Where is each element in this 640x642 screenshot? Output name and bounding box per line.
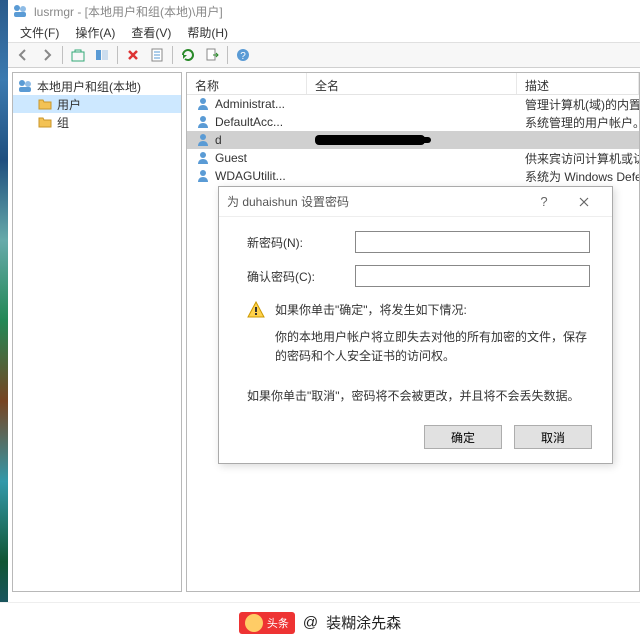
confirm-password-input[interactable]	[355, 265, 590, 287]
new-password-input[interactable]	[355, 231, 590, 253]
avatar-icon	[245, 614, 263, 632]
warning-icon	[247, 301, 265, 319]
watermark-badge: 头条	[239, 612, 295, 634]
table-row[interactable]: Administrat... 管理计算机(域)的内置帐户	[187, 95, 639, 113]
ok-button[interactable]: 确定	[424, 425, 502, 449]
cancel-button[interactable]: 取消	[514, 425, 592, 449]
cell-fullname	[307, 135, 517, 145]
new-password-label: 新密码(N):	[247, 234, 355, 251]
warn-line1: 如果你单击"确定"，将发生如下情况:	[275, 301, 590, 320]
users-group-icon	[17, 78, 33, 94]
back-button[interactable]	[12, 44, 34, 66]
folder-icon	[37, 114, 53, 130]
user-icon	[195, 132, 211, 148]
table-row[interactable]: WDAGUtilit... 系统为 Windows Defender 应用...	[187, 167, 639, 185]
dialog-title: 为 duhaishun 设置密码	[227, 193, 349, 210]
svg-text:?: ?	[240, 51, 246, 62]
toolbar-sep	[62, 46, 63, 64]
up-button[interactable]	[67, 44, 89, 66]
export-button[interactable]	[201, 44, 223, 66]
window-edge-strip	[0, 0, 8, 642]
table-row[interactable]: Guest 供来宾访问计算机或访问域的内...	[187, 149, 639, 167]
cell-name: WDAGUtilit...	[187, 168, 307, 184]
watermark: 头条 @ 装糊涂先森	[0, 602, 640, 642]
window-title: lusrmgr - [本地用户和组(本地)\用户]	[34, 3, 223, 20]
table-row[interactable]: DefaultAcc... 系统管理的用户帐户。	[187, 113, 639, 131]
refresh-button[interactable]	[177, 44, 199, 66]
user-icon	[195, 150, 211, 166]
tree-item-groups[interactable]: 组	[13, 113, 181, 131]
user-icon	[195, 96, 211, 112]
cell-name: DefaultAcc...	[187, 114, 307, 130]
menu-help[interactable]: 帮助(H)	[179, 22, 236, 43]
tree-panel: 本地用户和组(本地) 用户 组	[12, 72, 182, 592]
cell-desc: 系统为 Windows Defender 应用...	[517, 168, 639, 185]
delete-button[interactable]	[122, 44, 144, 66]
tree-root[interactable]: 本地用户和组(本地)	[13, 77, 181, 95]
tree-item-users[interactable]: 用户	[13, 95, 181, 113]
toolbar-sep	[117, 46, 118, 64]
app-icon	[12, 3, 28, 19]
toolbar: ?	[8, 42, 640, 68]
cell-desc: 供来宾访问计算机或访问域的内...	[517, 150, 639, 167]
col-name[interactable]: 名称	[187, 73, 307, 94]
col-desc[interactable]: 描述	[517, 73, 639, 94]
menu-action[interactable]: 操作(A)	[67, 22, 123, 43]
dialog-close-button[interactable]	[564, 188, 604, 216]
cell-desc: 系统管理的用户帐户。	[517, 114, 639, 131]
dialog-note: 如果你单击"取消"，密码将不会被更改，并且将不会丢失数据。	[247, 387, 590, 406]
help-button[interactable]: ?	[232, 44, 254, 66]
set-password-dialog: 为 duhaishun 设置密码 ? 新密码(N): 确认密码(C): 如果你单…	[218, 186, 613, 464]
watermark-at: @	[303, 614, 318, 631]
cell-name: d	[187, 132, 307, 148]
folder-icon	[37, 96, 53, 112]
menubar: 文件(F) 操作(A) 查看(V) 帮助(H)	[8, 22, 640, 42]
tree-root-label: 本地用户和组(本地)	[37, 78, 141, 95]
dialog-help-button[interactable]: ?	[524, 188, 564, 216]
show-hide-button[interactable]	[91, 44, 113, 66]
warn-line2: 你的本地用户帐户将立即失去对他的所有加密的文件，保存的密码和个人安全证书的访问权…	[275, 328, 590, 366]
table-row[interactable]: d	[187, 131, 639, 149]
menu-file[interactable]: 文件(F)	[12, 22, 67, 43]
list-body: Administrat...管理计算机(域)的内置帐户DefaultAcc...…	[187, 95, 639, 185]
forward-button[interactable]	[36, 44, 58, 66]
user-icon	[195, 168, 211, 184]
close-icon	[579, 197, 589, 207]
toolbar-sep	[172, 46, 173, 64]
menu-view[interactable]: 查看(V)	[123, 22, 179, 43]
dialog-titlebar[interactable]: 为 duhaishun 设置密码 ?	[219, 187, 612, 217]
properties-button[interactable]	[146, 44, 168, 66]
tree-item-label: 组	[57, 114, 69, 131]
redacted-icon	[315, 135, 425, 145]
titlebar: lusrmgr - [本地用户和组(本地)\用户]	[8, 0, 640, 22]
confirm-password-label: 确认密码(C):	[247, 268, 355, 285]
cell-desc: 管理计算机(域)的内置帐户	[517, 96, 639, 113]
toolbar-sep	[227, 46, 228, 64]
cell-name: Administrat...	[187, 96, 307, 112]
user-icon	[195, 114, 211, 130]
list-header: 名称 全名 描述	[187, 73, 639, 95]
watermark-author: 装糊涂先森	[326, 612, 401, 633]
tree-item-label: 用户	[57, 96, 81, 113]
col-fullname[interactable]: 全名	[307, 73, 517, 94]
cell-name: Guest	[187, 150, 307, 166]
